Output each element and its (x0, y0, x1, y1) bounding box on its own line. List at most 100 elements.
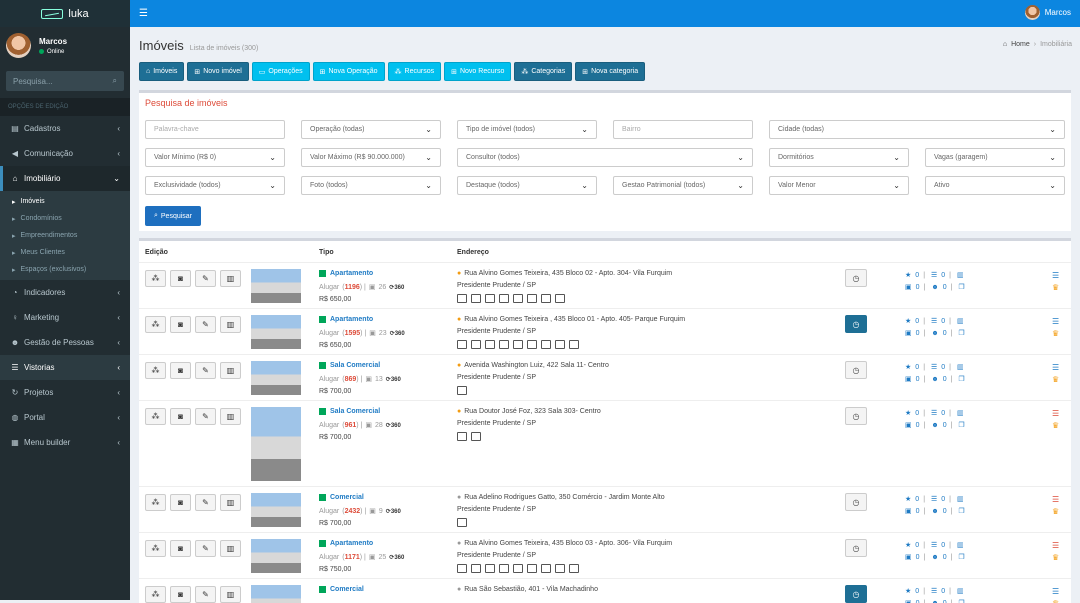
categories-button[interactable]: ⁂ (145, 494, 166, 511)
exclusivity-select[interactable]: Exclusividade (todos) ⌄ (145, 176, 285, 195)
keyword-input[interactable]: Palavra-chave (145, 120, 285, 139)
trophy-icon[interactable]: ♛ (1052, 552, 1059, 564)
property-thumbnail[interactable] (251, 493, 301, 527)
recursos-button[interactable]: ⁂ Recursos (387, 62, 442, 81)
delete-button[interactable]: ▥ (220, 316, 241, 333)
sidebar-item-vistorias[interactable]: ☰ Vistorias ‹ (0, 355, 130, 380)
min-value-select[interactable]: Valor Mínimo (R$ 0) ⌄ (145, 148, 285, 167)
edit-button[interactable]: ✎ (195, 270, 216, 287)
sidebar-item-gestao-pessoas[interactable]: ☻ Gestão de Pessoas ‹ (0, 330, 130, 355)
sidebar-item-comunicacao[interactable]: ◀ Comunicação ‹ (0, 141, 130, 166)
list-icon[interactable]: ☰ (1052, 586, 1059, 598)
list-icon[interactable]: ☰ (1052, 362, 1059, 374)
edit-button[interactable]: ✎ (195, 362, 216, 379)
menu-toggle-icon[interactable]: ☰ (139, 8, 148, 19)
max-value-select[interactable]: Valor Máximo (R$ 90.000.000) ⌄ (301, 148, 441, 167)
history-button[interactable]: ◷ (845, 585, 867, 603)
history-button[interactable]: ◷ (845, 539, 867, 557)
trophy-icon[interactable]: ♛ (1052, 506, 1059, 518)
nova-categoria-button[interactable]: ⊞ Nova categoria (575, 62, 646, 81)
categorias-button[interactable]: ⁂ Categorias (514, 62, 573, 81)
photos-button[interactable]: ◙ (170, 494, 191, 511)
order-select[interactable]: Valor Menor ⌄ (769, 176, 909, 195)
categories-button[interactable]: ⁂ (145, 316, 166, 333)
list-icon[interactable]: ☰ (1052, 270, 1059, 282)
property-type[interactable]: Comercial (319, 586, 364, 593)
property-type[interactable]: Comercial (319, 494, 364, 501)
property-thumbnail[interactable] (251, 361, 301, 395)
photos-button[interactable]: ◙ (170, 408, 191, 425)
property-type[interactable]: Apartamento (319, 540, 373, 547)
sidebar-item-portal[interactable]: ◍ Portal ‹ (0, 405, 130, 430)
submenu-item-condominios[interactable]: ▸ Condomínios (0, 210, 130, 227)
edit-button[interactable]: ✎ (195, 540, 216, 557)
delete-button[interactable]: ▥ (220, 540, 241, 557)
breadcrumb-home[interactable]: Home (1011, 41, 1030, 48)
parking-select[interactable]: Vagas (garagem) ⌄ (925, 148, 1065, 167)
imoveis-button[interactable]: ⌂ Imóveis (139, 62, 185, 81)
list-icon[interactable]: ☰ (1052, 540, 1059, 552)
sidebar-search-input[interactable]: Pesquisa... ⌕ (6, 71, 124, 91)
submenu-item-empreendimentos[interactable]: ▸ Empreendimentos (0, 227, 130, 244)
history-button[interactable]: ◷ (845, 407, 867, 425)
neighborhood-input[interactable]: Bairro (613, 120, 753, 139)
nova-operacao-button[interactable]: ⊞ Nova Operação (312, 62, 385, 81)
categories-button[interactable]: ⁂ (145, 408, 166, 425)
trophy-icon[interactable]: ♛ (1052, 420, 1059, 432)
photos-button[interactable]: ◙ (170, 362, 191, 379)
list-icon[interactable]: ☰ (1052, 316, 1059, 328)
history-button[interactable]: ◷ (845, 315, 867, 333)
sidebar-item-imobiliario[interactable]: ⌂ Imobiliário ⌄ (0, 166, 130, 191)
photos-button[interactable]: ◙ (170, 540, 191, 557)
photo-select[interactable]: Foto (todos) ⌄ (301, 176, 441, 195)
history-button[interactable]: ◷ (845, 269, 867, 287)
categories-button[interactable]: ⁂ (145, 362, 166, 379)
sidebar-item-marketing[interactable]: ♀ Marketing ‹ (0, 305, 130, 330)
search-button[interactable]: ⌕ Pesquisar (145, 206, 201, 226)
photos-button[interactable]: ◙ (170, 270, 191, 287)
consultant-select[interactable]: Consultor (todos) ⌄ (457, 148, 753, 167)
submenu-item-meus-clientes[interactable]: ▸ Meus Clientes (0, 244, 130, 261)
sidebar-item-cadastros[interactable]: ▤ Cadastros ‹ (0, 116, 130, 141)
categories-button[interactable]: ⁂ (145, 270, 166, 287)
city-select[interactable]: Cidade (todas) ⌄ (769, 120, 1065, 139)
app-logo[interactable]: luka (0, 0, 130, 27)
user-menu[interactable]: Marcos (1024, 5, 1071, 20)
trophy-icon[interactable]: ♛ (1052, 598, 1059, 603)
delete-button[interactable]: ▥ (220, 408, 241, 425)
bedrooms-select[interactable]: Dormitórios ⌄ (769, 148, 909, 167)
property-thumbnail[interactable] (251, 315, 301, 349)
property-type[interactable]: Apartamento (319, 316, 373, 323)
type-select[interactable]: Tipo de imóvel (todos) ⌄ (457, 120, 597, 139)
delete-button[interactable]: ▥ (220, 494, 241, 511)
photos-button[interactable]: ◙ (170, 586, 191, 603)
property-type[interactable]: Apartamento (319, 270, 373, 277)
property-type[interactable]: Sala Comercial (319, 408, 380, 415)
delete-button[interactable]: ▥ (220, 586, 241, 603)
list-icon[interactable]: ☰ (1052, 494, 1059, 506)
delete-button[interactable]: ▥ (220, 362, 241, 379)
submenu-item-espacos[interactable]: ▸ Espaços (exclusivos) (0, 261, 130, 278)
operation-select[interactable]: Operação (todas) ⌄ (301, 120, 441, 139)
trophy-icon[interactable]: ♛ (1052, 328, 1059, 340)
edit-button[interactable]: ✎ (195, 586, 216, 603)
search-icon[interactable]: ⌕ (113, 76, 117, 86)
trophy-icon[interactable]: ♛ (1052, 374, 1059, 386)
property-type[interactable]: Sala Comercial (319, 362, 380, 369)
property-thumbnail[interactable] (251, 585, 301, 603)
edit-button[interactable]: ✎ (195, 494, 216, 511)
sidebar-item-menu-builder[interactable]: ▦ Menu builder ‹ (0, 430, 130, 455)
trophy-icon[interactable]: ♛ (1052, 282, 1059, 294)
edit-button[interactable]: ✎ (195, 408, 216, 425)
sidebar-item-indicadores[interactable]: ◔ Indicadores ‹ (0, 280, 130, 305)
submenu-item-imoveis[interactable]: ▸ Imóveis (0, 193, 130, 210)
property-thumbnail[interactable] (251, 407, 301, 481)
history-button[interactable]: ◷ (845, 493, 867, 511)
categories-button[interactable]: ⁂ (145, 586, 166, 603)
history-button[interactable]: ◷ (845, 361, 867, 379)
novo-recurso-button[interactable]: ⊞ Novo Recurso (444, 62, 512, 81)
sidebar-item-projetos[interactable]: ↻ Projetos ‹ (0, 380, 130, 405)
highlight-select[interactable]: Destaque (todos) ⌄ (457, 176, 597, 195)
asset-management-select[interactable]: Gestao Patrimonial (todos) ⌄ (613, 176, 753, 195)
edit-button[interactable]: ✎ (195, 316, 216, 333)
